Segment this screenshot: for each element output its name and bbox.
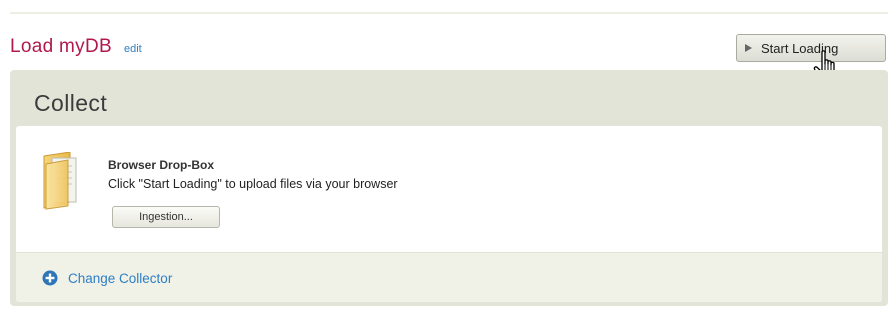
play-icon bbox=[745, 44, 752, 52]
edit-link[interactable]: edit bbox=[124, 43, 142, 55]
collector-body: Browser Drop-Box Click "Start Loading" t… bbox=[16, 126, 882, 252]
collector-footer: Change Collector bbox=[16, 252, 882, 302]
change-collector-link[interactable]: Change Collector bbox=[42, 270, 172, 286]
ingestion-button[interactable]: Ingestion... bbox=[112, 206, 220, 228]
collector-name: Browser Drop-Box bbox=[108, 158, 215, 172]
title-row: Load myDB edit bbox=[10, 36, 142, 62]
top-divider bbox=[10, 12, 888, 14]
start-loading-button[interactable]: Start Loading bbox=[736, 34, 886, 62]
collect-title: Collect bbox=[34, 90, 108, 116]
change-collector-label: Change Collector bbox=[68, 270, 173, 286]
load-page: Load myDB edit Start Loading Collect Bro… bbox=[0, 0, 888, 314]
folder-icon bbox=[43, 152, 77, 210]
plus-circle-icon bbox=[42, 270, 58, 286]
collector-card: Browser Drop-Box Click "Start Loading" t… bbox=[16, 126, 882, 302]
collect-panel: Collect Browser Drop-Box Click "Start Lo… bbox=[10, 70, 888, 306]
page-title: Load myDB bbox=[10, 36, 112, 57]
collector-description: Click "Start Loading" to upload files vi… bbox=[108, 177, 398, 191]
